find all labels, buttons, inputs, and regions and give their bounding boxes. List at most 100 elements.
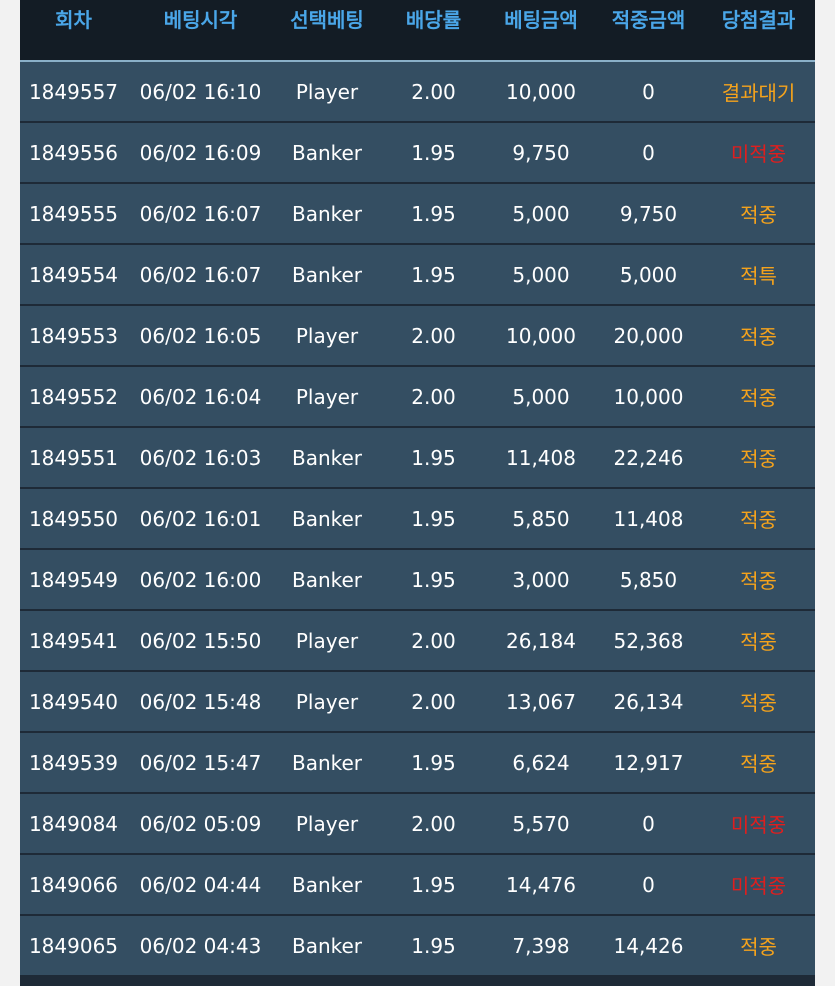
cell-selection: Banker	[291, 506, 363, 531]
cell-result: 적중	[740, 386, 777, 410]
cell-result: 적중	[740, 569, 777, 593]
cell-bet-amount: 5,570	[512, 811, 570, 836]
cell-selection: Player	[295, 689, 359, 714]
cell-odds: 1.95	[411, 201, 456, 226]
cell-round: 1849557	[28, 79, 119, 104]
header-odds: 배당률	[405, 7, 462, 32]
cell-win-amount: 20,000	[613, 323, 684, 348]
cell-bet-amount: 3,000	[512, 567, 570, 592]
cell-selection: Banker	[291, 140, 363, 165]
table-row: 1849540 06/02 15:48 Player 2.00 13,067 26,134…	[20, 672, 815, 731]
cell-bet-amount: 26,184	[506, 628, 576, 653]
cell-selection: Player	[295, 384, 359, 409]
cell-selection: Banker	[291, 567, 363, 592]
cell-round: 1849550	[28, 506, 119, 531]
table-row: 1849539 06/02 15:47 Banker 1.95 6,624 12,917 적…	[20, 733, 815, 792]
table-row: 1849557 06/02 16:10 Player 2.00 10,000 0 결과대기	[20, 62, 815, 121]
cell-round: 1849551	[28, 445, 119, 470]
cell-result: 적중	[740, 325, 777, 349]
cell-result: 적중	[740, 752, 777, 776]
cell-result: 미적중	[730, 813, 787, 837]
cell-selection: Banker	[291, 201, 363, 226]
cell-round: 1849539	[28, 750, 119, 775]
cell-odds: 2.00	[411, 811, 456, 836]
cell-win-amount: 26,134	[613, 689, 684, 714]
cell-round: 1849552	[28, 384, 119, 409]
cell-win-amount: 14,426	[613, 933, 684, 958]
cell-win-amount: 0	[642, 79, 655, 104]
cell-result: 미적중	[730, 874, 787, 898]
cell-result: 적중	[740, 203, 777, 227]
cell-win-amount: 0	[642, 140, 655, 165]
cell-bet-time: 06/02 16:04	[139, 384, 262, 409]
cell-result: 적중	[740, 935, 777, 959]
cell-odds: 1.95	[411, 933, 456, 958]
table-row: 1849541 06/02 15:50 Player 2.00 26,184 52,368…	[20, 611, 815, 670]
bet-rows: 1849557 06/02 16:10 Player 2.00 10,000 0 결과대기 1…	[20, 62, 815, 977]
cell-result: 적중	[740, 447, 777, 471]
cell-bet-time: 06/02 16:00	[139, 567, 262, 592]
header-win-amount: 적중금액	[611, 7, 686, 32]
table-header: 회차 베팅시각 선택베팅 배당률 베팅금액 적중금액 당첨결과	[20, 0, 815, 62]
table-row: 1849065 06/02 04:43 Banker 1.95 7,398 14,426 적…	[20, 916, 815, 975]
table-row: 1849553 06/02 16:05 Player 2.00 10,000 20,000…	[20, 306, 815, 365]
cell-bet-amount: 5,000	[512, 201, 570, 226]
cell-selection: Player	[295, 323, 359, 348]
cell-selection: Banker	[291, 933, 363, 958]
cell-odds: 2.00	[411, 384, 456, 409]
cell-win-amount: 22,246	[613, 445, 684, 470]
cell-bet-time: 06/02 16:01	[139, 506, 262, 531]
cell-odds: 1.95	[411, 262, 456, 287]
cell-bet-amount: 5,850	[512, 506, 570, 531]
header-round: 회차	[55, 7, 92, 32]
cell-round: 1849066	[28, 872, 119, 897]
cell-bet-amount: 10,000	[506, 323, 576, 348]
cell-bet-time: 06/02 15:50	[139, 628, 262, 653]
table-row: 1849552 06/02 16:04 Player 2.00 5,000 10,000 적…	[20, 367, 815, 426]
cell-result: 적중	[740, 691, 777, 715]
cell-win-amount: 10,000	[613, 384, 684, 409]
cell-odds: 1.95	[411, 567, 456, 592]
cell-round: 1849065	[28, 933, 119, 958]
cell-bet-amount: 14,476	[506, 872, 576, 897]
table-row: 1849556 06/02 16:09 Banker 1.95 9,750 0 미적중	[20, 123, 815, 182]
cell-bet-time: 06/02 04:44	[139, 872, 262, 897]
cell-odds: 2.00	[411, 628, 456, 653]
cell-odds: 1.95	[411, 506, 456, 531]
cell-round: 1849556	[28, 140, 119, 165]
cell-win-amount: 52,368	[613, 628, 684, 653]
cell-bet-time: 06/02 16:09	[139, 140, 262, 165]
cell-odds: 2.00	[411, 689, 456, 714]
cell-bet-time: 06/02 15:47	[139, 750, 262, 775]
cell-selection: Player	[295, 811, 359, 836]
table-row: 1849554 06/02 16:07 Banker 1.95 5,000 5,000 적특	[20, 245, 815, 304]
cell-bet-amount: 9,750	[512, 140, 570, 165]
cell-win-amount: 0	[642, 872, 655, 897]
cell-result: 적특	[740, 264, 777, 288]
cell-bet-amount: 11,408	[506, 445, 576, 470]
cell-win-amount: 12,917	[613, 750, 684, 775]
cell-bet-amount: 5,000	[512, 262, 570, 287]
cell-bet-time: 06/02 16:03	[139, 445, 262, 470]
cell-result: 적중	[740, 630, 777, 654]
cell-bet-time: 06/02 04:43	[139, 933, 262, 958]
cell-win-amount: 5,000	[619, 262, 678, 287]
header-bet-amount: 베팅금액	[504, 7, 578, 32]
cell-selection: Player	[295, 628, 359, 653]
cell-win-amount: 5,850	[619, 567, 678, 592]
cell-round: 1849554	[28, 262, 119, 287]
header-result: 당첨결과	[721, 7, 796, 32]
cell-bet-time: 06/02 05:09	[139, 811, 262, 836]
cell-bet-time: 06/02 16:07	[139, 262, 262, 287]
table-row: 1849551 06/02 16:03 Banker 1.95 11,408 22,246…	[20, 428, 815, 487]
cell-selection: Banker	[291, 750, 363, 775]
cell-bet-time: 06/02 16:10	[139, 79, 262, 104]
cell-bet-time: 06/02 16:07	[139, 201, 262, 226]
bet-history-panel: 회차 베팅시각 선택베팅 배당률 베팅금액 적중금액 당첨결과 1849557 0…	[20, 0, 815, 986]
cell-round: 1849540	[28, 689, 119, 714]
cell-bet-time: 06/02 16:05	[139, 323, 262, 348]
cell-odds: 1.95	[411, 445, 456, 470]
cell-odds: 2.00	[411, 79, 456, 104]
cell-odds: 2.00	[411, 323, 456, 348]
cell-odds: 1.95	[411, 140, 456, 165]
